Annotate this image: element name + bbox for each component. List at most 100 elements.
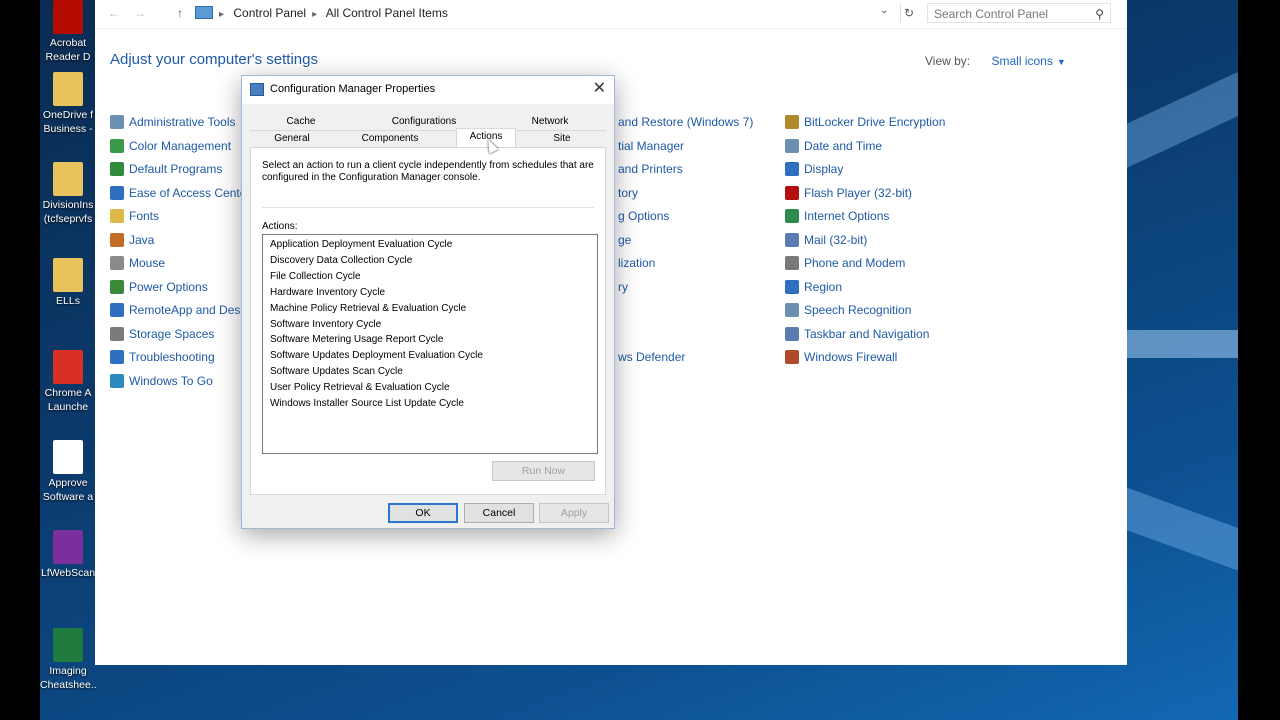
control-panel-item[interactable]: Java (110, 231, 154, 249)
tab-general[interactable]: General (258, 131, 326, 147)
dropdown-arrow-icon[interactable]: ▼ (1057, 57, 1066, 67)
cancel-button[interactable]: Cancel (464, 503, 534, 523)
desktop-shortcut[interactable]: Chrome A Launche (40, 350, 96, 414)
action-list-item[interactable]: User Policy Retrieval & Evaluation Cycle (270, 381, 450, 395)
spreadsheet-icon (53, 628, 83, 662)
control-panel-item[interactable]: Display (785, 160, 843, 178)
control-panel-item[interactable]: Mouse (110, 254, 165, 272)
desktop-shortcut[interactable]: DivisionIns (tcfseprvfs (40, 162, 96, 226)
control-panel-item[interactable]: tory (618, 184, 638, 202)
action-list-item[interactable]: Software Updates Deployment Evaluation C… (270, 349, 483, 363)
control-panel-item[interactable]: Date and Time (785, 137, 882, 155)
control-panel-item-label: ge (618, 232, 632, 247)
tab-network[interactable]: Network (512, 114, 588, 130)
control-panel-item[interactable]: ge (618, 231, 631, 249)
control-panel-item[interactable]: tial Manager (618, 137, 684, 155)
default-programs-icon (110, 162, 124, 176)
control-panel-item[interactable]: BitLocker Drive Encryption (785, 113, 945, 131)
control-panel-item[interactable]: Region (785, 278, 842, 296)
control-panel-item[interactable]: Administrative Tools (110, 113, 236, 131)
actions-list[interactable]: Application Deployment Evaluation Cycle D… (262, 234, 598, 454)
tab-cache[interactable]: Cache (262, 114, 340, 130)
control-panel-item[interactable]: Ease of Access Center (110, 184, 250, 202)
tab-site[interactable]: Site (538, 131, 586, 147)
control-panel-item-label: BitLocker Drive Encryption (804, 115, 946, 129)
control-panel-item[interactable]: Taskbar and Navigation (785, 325, 929, 343)
action-list-item[interactable]: Software Metering Usage Report Cycle (270, 333, 443, 347)
date-time-icon (785, 138, 799, 153)
control-panel-item-label: Windows To Go (129, 373, 213, 388)
breadcrumb-control-panel[interactable]: Control Panel (233, 6, 306, 20)
apply-button[interactable]: Apply (539, 503, 609, 523)
troubleshooting-icon (110, 350, 124, 364)
control-panel-item[interactable]: Internet Options (785, 207, 889, 225)
action-list-item[interactable]: Application Deployment Evaluation Cycle (270, 238, 452, 252)
desktop-shortcut[interactable]: Acrobat Reader D (40, 0, 96, 64)
control-panel-item-label: Region (804, 279, 843, 294)
desktop-shortcut[interactable]: OneDrive f Business - (40, 72, 96, 136)
control-panel-item[interactable]: ws Defender (618, 348, 685, 366)
control-panel-item[interactable]: Phone and Modem (785, 254, 905, 272)
taskbar-icon (785, 326, 799, 341)
desktop-shortcut[interactable]: LfWebScan (40, 530, 96, 580)
control-panel-item[interactable]: Windows To Go (110, 372, 213, 390)
control-panel-item[interactable]: and Printers (618, 160, 683, 178)
control-panel-item-label: ws Defender (618, 350, 686, 364)
phone-modem-icon (785, 256, 799, 270)
java-icon (110, 232, 124, 247)
action-list-item[interactable]: Discovery Data Collection Cycle (270, 254, 412, 268)
forward-arrow-icon[interactable]: → (133, 6, 147, 20)
control-panel-item[interactable]: ry (618, 278, 628, 296)
control-panel-item[interactable]: Fonts (110, 207, 159, 225)
folder-icon (53, 162, 83, 196)
run-now-button[interactable]: Run Now (492, 461, 595, 481)
control-panel-item[interactable]: and Restore (Windows 7) (618, 113, 753, 131)
winrar-icon (53, 530, 83, 564)
admin-tools-icon (110, 115, 124, 129)
control-panel-item[interactable]: Power Options (110, 278, 208, 296)
action-list-item[interactable]: File Collection Cycle (270, 270, 361, 284)
ease-of-access-icon (110, 185, 124, 200)
control-panel-item[interactable]: Flash Player (32-bit) (785, 184, 912, 202)
search-placeholder: Search Control Panel (934, 7, 1049, 21)
control-panel-item[interactable]: Mail (32-bit) (785, 231, 867, 249)
action-list-item[interactable]: Windows Installer Source List Update Cyc… (270, 397, 464, 411)
actions-description: Select an action to run a client cycle i… (262, 160, 594, 183)
search-input[interactable]: Search Control Panel ⚲ (927, 3, 1111, 23)
search-icon[interactable]: ⚲ (1095, 4, 1104, 24)
control-panel-item[interactable]: Troubleshooting (110, 348, 215, 366)
action-list-item[interactable]: Software Updates Scan Cycle (270, 365, 403, 379)
address-bar: ← → ↑ ▸ Control Panel ▸ All Control Panel… (95, 0, 1127, 29)
control-panel-item[interactable]: Storage Spaces (110, 325, 214, 343)
storage-spaces-icon (110, 326, 124, 341)
close-icon[interactable]: ✕ (593, 80, 606, 98)
up-arrow-icon[interactable]: ↑ (173, 6, 187, 20)
control-panel-item-label: Ease of Access Center (129, 185, 251, 200)
control-panel-item[interactable]: RemoteApp and Deskto (110, 301, 256, 319)
desktop-shortcut[interactable]: Approve Software a (40, 440, 96, 504)
view-by-dropdown[interactable]: Small icons (991, 54, 1052, 68)
ok-button[interactable]: OK (388, 503, 458, 523)
control-panel-item[interactable]: Color Management (110, 137, 231, 155)
breadcrumb-all-items[interactable]: All Control Panel Items (326, 6, 448, 20)
tab-components[interactable]: Components (342, 131, 438, 147)
control-panel-item[interactable]: g Options (618, 207, 669, 225)
refresh-icon[interactable]: ↻ (900, 4, 917, 22)
desktop-shortcut[interactable]: ELLs (40, 258, 96, 308)
control-panel-item[interactable]: Speech Recognition (785, 301, 911, 319)
control-panel-item-label: Power Options (129, 279, 208, 294)
chevron-down-icon[interactable]: ⌄ (880, 5, 888, 16)
chrome-app-launcher-icon (53, 350, 83, 384)
breadcrumb[interactable]: ▸ Control Panel ▸ All Control Panel Items (195, 4, 975, 23)
control-panel-item[interactable]: Windows Firewall (785, 348, 897, 366)
back-arrow-icon[interactable]: ← (107, 6, 121, 20)
action-list-item[interactable]: Software Inventory Cycle (270, 318, 381, 332)
control-panel-item-label: Fonts (129, 209, 160, 223)
control-panel-item[interactable]: Default Programs (110, 160, 222, 178)
desktop-shortcut[interactable]: Imaging Cheatshee... (40, 628, 96, 692)
control-panel-item-label: Display (804, 162, 844, 176)
action-list-item[interactable]: Machine Policy Retrieval & Evaluation Cy… (270, 302, 466, 316)
control-panel-item[interactable]: lization (618, 254, 655, 272)
fonts-icon (110, 209, 124, 223)
action-list-item[interactable]: Hardware Inventory Cycle (270, 286, 385, 300)
